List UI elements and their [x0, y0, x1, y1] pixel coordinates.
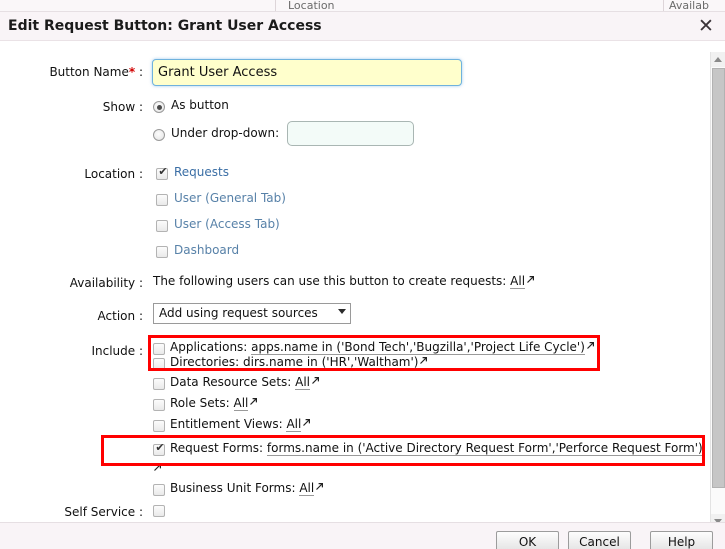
self-service-label: Self Service : — [0, 505, 143, 519]
availability-all-link[interactable]: All — [510, 274, 525, 289]
external-link-icon — [315, 482, 324, 491]
show-radio-under-drop-down[interactable] — [153, 129, 165, 141]
availability-description: The following users can use this button … — [153, 274, 535, 288]
show-label: Show : — [0, 100, 143, 114]
button-name-input[interactable]: Grant User Access — [152, 59, 462, 86]
background-column-location: Location — [288, 0, 458, 11]
action-select-value: Add using request sources — [159, 306, 318, 320]
location-checkbox-dashboard[interactable] — [156, 246, 168, 258]
chevron-down-icon — [338, 309, 346, 314]
include-expr-data-resource-sets[interactable]: All — [295, 375, 310, 390]
include-row-role-sets: Role Sets: All — [170, 396, 258, 410]
availability-text: The following users can use this button … — [153, 274, 506, 288]
include-row-data-resource-sets: Data Resource Sets: All — [170, 375, 320, 389]
include-row-business-unit-forms: Business Unit Forms: All — [170, 481, 324, 495]
include-top-rows-highlight — [148, 335, 600, 371]
button-name-label-text: Button Name — [49, 65, 128, 79]
external-link-icon — [526, 275, 535, 284]
button-name-colon: : — [135, 65, 143, 79]
location-label-requests[interactable]: Requests — [174, 165, 229, 179]
close-icon[interactable]: ✕ — [695, 15, 717, 37]
include-expr-business-unit-forms[interactable]: All — [299, 481, 314, 496]
button-name-label: Button Name* : — [0, 65, 143, 79]
under-drop-down-input[interactable] — [287, 121, 414, 146]
request-forms-row-highlight — [101, 435, 705, 466]
edit-request-button-dialog: Edit Request Button: Grant User Access ✕… — [0, 11, 725, 549]
include-checkbox-data-resource-sets[interactable] — [153, 378, 165, 390]
external-link-icon — [249, 397, 258, 406]
action-select[interactable]: Add using request sources — [153, 303, 351, 324]
screenshot-root: Location Show under drop-down Availab Ed… — [0, 0, 725, 549]
dialog-title: Edit Request Button: Grant User Access — [8, 18, 322, 34]
include-checkbox-business-unit-forms[interactable] — [153, 484, 165, 496]
scrollbar-up-arrow[interactable] — [711, 52, 725, 67]
location-label-user-general-tab[interactable]: User (General Tab) — [174, 191, 286, 205]
external-link-icon — [311, 376, 320, 385]
location-checkbox-user-access-tab[interactable] — [156, 220, 168, 232]
scrollbar-thumb[interactable] — [712, 68, 725, 488]
chevron-up-icon — [714, 57, 722, 62]
location-label-dashboard[interactable]: Dashboard — [174, 243, 239, 257]
action-label: Action : — [0, 309, 143, 323]
location-checkbox-requests[interactable] — [156, 168, 168, 180]
location-label: Location : — [0, 167, 143, 181]
include-expr-entitlement-views[interactable]: All — [286, 417, 301, 432]
location-checkbox-user-general-tab[interactable] — [156, 194, 168, 206]
availability-label: Availability : — [0, 276, 143, 290]
dialog-form-body: Button Name* : Grant User Access Show : … — [0, 41, 710, 522]
show-option-as-button-label[interactable]: As button — [171, 98, 229, 112]
show-option-under-drop-down-label[interactable]: Under drop-down: — [171, 126, 279, 140]
include-label-data-resource-sets: Data Resource Sets: — [170, 375, 291, 389]
include-label: Include : — [0, 344, 143, 358]
include-label-business-unit-forms: Business Unit Forms: — [170, 481, 296, 495]
dialog-footer: OK Cancel Help — [0, 522, 725, 549]
self-service-checkbox[interactable] — [153, 505, 165, 517]
dialog-titlebar: Edit Request Button: Grant User Access ✕ — [0, 12, 725, 41]
include-label-entitlement-views: Entitlement Views: — [170, 417, 283, 431]
include-label-role-sets: Role Sets: — [170, 396, 230, 410]
background-column-availability: Availab — [669, 0, 725, 11]
location-label-user-access-tab[interactable]: User (Access Tab) — [174, 217, 280, 231]
ok-button[interactable]: OK — [496, 531, 559, 549]
include-expr-role-sets[interactable]: All — [234, 396, 249, 411]
external-link-icon — [302, 418, 311, 427]
include-checkbox-entitlement-views[interactable] — [153, 420, 165, 432]
include-checkbox-role-sets[interactable] — [153, 399, 165, 411]
help-button[interactable]: Help — [650, 531, 713, 549]
cancel-button[interactable]: Cancel — [568, 531, 631, 549]
include-row-entitlement-views: Entitlement Views: All — [170, 417, 311, 431]
show-radio-as-button[interactable] — [153, 101, 165, 113]
dialog-scrollbar[interactable] — [710, 52, 725, 545]
